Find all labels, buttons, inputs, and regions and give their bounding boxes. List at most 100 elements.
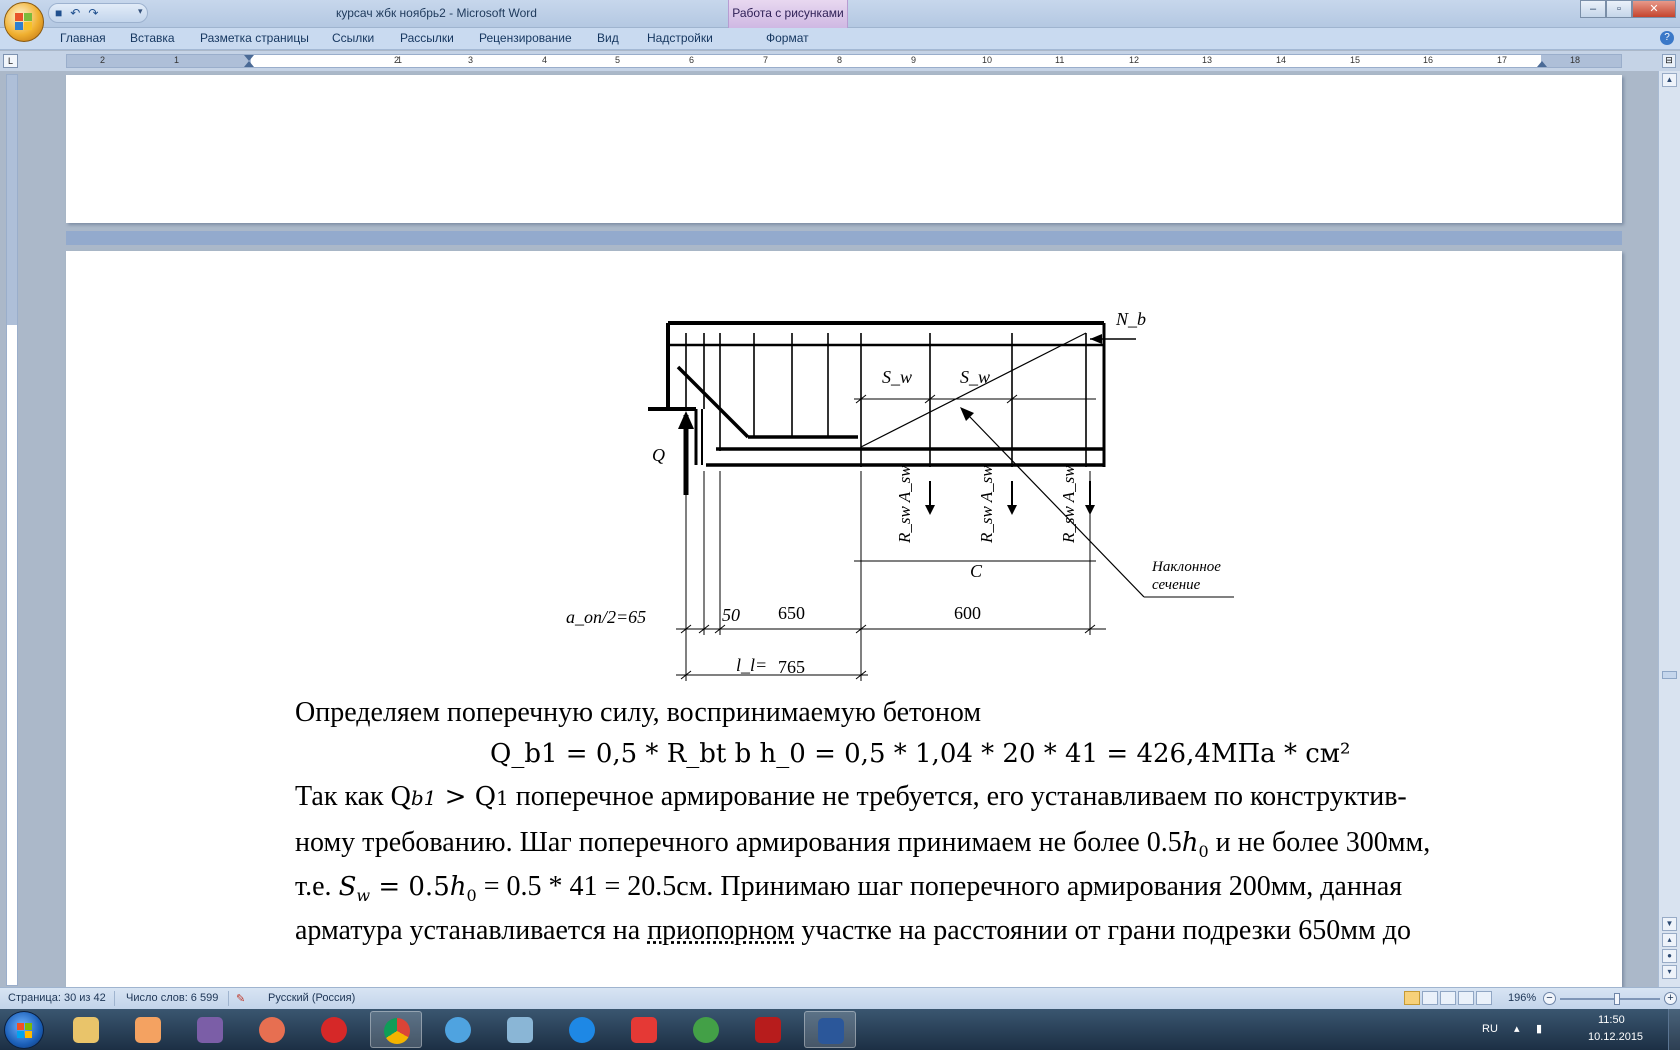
page-count-status[interactable]: Страница: 30 из 42 (8, 992, 106, 1004)
zoom-slider-thumb[interactable] (1614, 993, 1620, 1005)
right-indent-marker[interactable] (1537, 61, 1547, 67)
document-page[interactable]: N_b S_w S_w Q R_sw A_sw R_sw A_sw R_sw A… (66, 251, 1622, 987)
window-controls: – ▫ ✕ (1580, 0, 1676, 18)
word-taskbar-icon[interactable] (804, 1011, 856, 1048)
c-label: C (970, 561, 983, 581)
paragraph-line-4[interactable]: ному требованию. Шаг поперечного армиров… (295, 827, 1430, 861)
draft-view-icon[interactable] (1476, 991, 1492, 1005)
close-button[interactable]: ✕ (1632, 0, 1676, 18)
language-status[interactable]: Русский (Россия) (268, 992, 355, 1004)
office-button[interactable] (4, 2, 44, 42)
save-icon[interactable]: ■ (55, 7, 62, 19)
beam-reinforcement-diagram[interactable]: N_b S_w S_w Q R_sw A_sw R_sw A_sw R_sw A… (556, 311, 1236, 691)
tab-page-layout[interactable]: Разметка страницы (200, 31, 309, 45)
dim-50-label: 50 (722, 605, 740, 625)
tab-references[interactable]: Ссылки (332, 31, 374, 45)
scroll-up-arrow-icon[interactable]: ▲ (1662, 73, 1677, 87)
zoom-in-icon[interactable]: + (1664, 992, 1677, 1005)
tab-mailings[interactable]: Рассылки (400, 31, 454, 45)
scroll-thumb[interactable] (1662, 671, 1677, 679)
formula-qb1[interactable]: Q_b1 = 0,5 * R_bt b h_0 = 0,5 * 1,04 * 2… (490, 739, 1350, 769)
zoom-out-icon[interactable]: − (1543, 992, 1556, 1005)
network-icon[interactable]: ▮ (1536, 1022, 1542, 1035)
acrobat-taskbar-icon[interactable] (742, 1011, 794, 1048)
minimize-button[interactable]: – (1580, 0, 1606, 18)
ruler-number: 1 (174, 55, 180, 65)
firefox-taskbar-icon[interactable] (246, 1011, 298, 1048)
tab-selector-button[interactable]: L (3, 54, 18, 68)
scroll-down-arrow-icon[interactable]: ▼ (1662, 917, 1677, 931)
paragraph-line-6[interactable]: арматура устанавливается на приопорном у… (295, 915, 1411, 947)
tab-addins[interactable]: Надстройки (647, 31, 713, 45)
customize-qat-icon[interactable]: ▾ (138, 6, 143, 17)
zoom-slider-track[interactable] (1560, 998, 1660, 1000)
tab-review[interactable]: Рецензирование (479, 31, 572, 45)
view-ruler-icon[interactable]: ⊟ (1662, 54, 1676, 68)
previous-page-bottom (66, 75, 1622, 223)
volume-taskbar-icon[interactable] (494, 1011, 546, 1048)
rsw-label-2: R_sw A_sw (977, 465, 996, 544)
acrobat-icon (755, 1017, 781, 1043)
ruler-number: 13 (1202, 55, 1213, 65)
previous-page-icon[interactable]: ▴ (1662, 933, 1677, 947)
ruler-number: 2 (100, 55, 106, 65)
line4-start: ному требованию. Шаг поперечного армиров… (295, 827, 1182, 858)
paragraph-line-5[interactable]: т.е. Sw = 0.5h0 = 0.5 * 41 = 20.5см. При… (295, 871, 1402, 905)
proofing-icon[interactable]: ✎ (236, 992, 245, 1005)
vertical-ruler[interactable] (6, 74, 18, 986)
tab-home[interactable]: Главная (60, 31, 106, 45)
folder-icon (73, 1017, 99, 1043)
internet-explorer-taskbar-icon[interactable] (556, 1011, 608, 1048)
web-layout-icon[interactable] (1440, 991, 1456, 1005)
explorer-taskbar-icon[interactable] (60, 1011, 112, 1048)
title-bar: ■ ↶ ↷ ▾ курсач жбк ноябрь2 - Microsoft W… (0, 0, 1680, 28)
browse-object-icon[interactable]: ● (1662, 949, 1677, 963)
section-leader-line (969, 416, 1145, 598)
maximize-button[interactable]: ▫ (1606, 0, 1632, 18)
ruler-number: 10 (982, 55, 993, 65)
internet-explorer-icon (569, 1017, 595, 1043)
full-screen-reading-icon[interactable] (1422, 991, 1438, 1005)
zoom-level[interactable]: 196% (1508, 992, 1536, 1004)
status-bar: Страница: 30 из 42 Число слов: 6 599 ✎ Р… (0, 987, 1680, 1009)
yandex-taskbar-icon[interactable] (618, 1011, 670, 1048)
chrome-taskbar-icon[interactable] (370, 1011, 422, 1048)
status-separator (114, 991, 115, 1006)
view-buttons (1404, 991, 1492, 1005)
clock-time[interactable]: 11:50 (1598, 1014, 1625, 1026)
quick-access-toolbar: ■ ↶ ↷ (48, 3, 148, 23)
undo-icon[interactable]: ↶ (70, 7, 80, 19)
utorrent-taskbar-icon[interactable] (680, 1011, 732, 1048)
window-title: курсач жбк ноябрь2 - Microsoft Word (336, 6, 537, 20)
next-page-icon[interactable]: ▾ (1662, 965, 1677, 979)
vertical-scrollbar[interactable]: ▲ ▼ ▴ ● ▾ (1658, 71, 1680, 987)
tab-format[interactable]: Формат (766, 31, 809, 45)
opera-taskbar-icon[interactable] (308, 1011, 360, 1048)
start-button[interactable] (4, 1011, 44, 1049)
aimp-taskbar-icon[interactable] (432, 1011, 484, 1048)
q-arrow-head (678, 411, 694, 429)
horizontal-ruler[interactable]: 2 1 1 2 3 4 5 6 7 8 9 10 11 12 13 14 15 … (66, 54, 1622, 68)
spellcheck-word[interactable]: приопорном (647, 915, 794, 946)
paragraph-line-3[interactable]: Так как Qb1 > Q1 поперечное армирование … (295, 781, 1407, 813)
input-language[interactable]: RU (1482, 1023, 1498, 1035)
tray-expand-icon[interactable]: ▴ (1514, 1022, 1520, 1035)
left-indent-marker[interactable] (244, 61, 254, 67)
ruler-row: L 2 1 1 2 3 4 5 6 7 8 9 10 11 12 13 14 1… (0, 51, 1680, 71)
office-logo-icon (15, 13, 33, 31)
help-icon[interactable]: ? (1660, 31, 1674, 45)
picture-tools-title: Работа с рисунками (728, 0, 848, 28)
paragraph-line-1[interactable]: Определяем поперечную силу, воспринимаем… (295, 697, 981, 729)
print-layout-icon[interactable] (1404, 991, 1420, 1005)
dim-765-label: 765 (778, 657, 805, 677)
word-count-status[interactable]: Число слов: 6 599 (126, 992, 218, 1004)
outline-view-icon[interactable] (1458, 991, 1474, 1005)
tab-insert[interactable]: Вставка (130, 31, 175, 45)
clock-date[interactable]: 10.12.2015 (1588, 1031, 1643, 1043)
show-desktop-button[interactable] (1668, 1009, 1680, 1050)
redo-icon[interactable]: ↷ (88, 7, 98, 19)
visual-studio-taskbar-icon[interactable] (184, 1011, 236, 1048)
media-player-taskbar-icon[interactable] (122, 1011, 174, 1048)
tab-view[interactable]: Вид (597, 31, 619, 45)
windows-flag-icon (17, 1023, 33, 1039)
